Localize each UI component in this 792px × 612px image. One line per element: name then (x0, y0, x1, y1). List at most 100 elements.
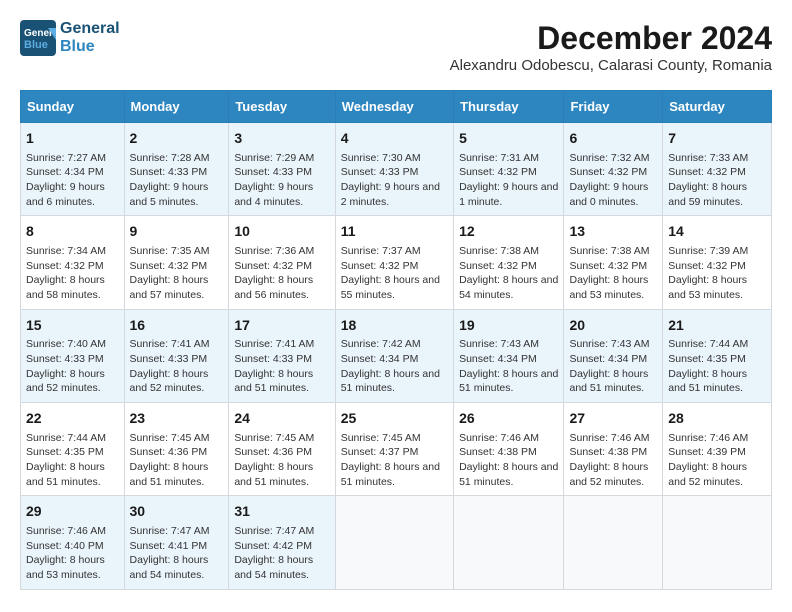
calendar-cell: 17Sunrise: 7:41 AMSunset: 4:33 PMDayligh… (229, 309, 335, 402)
day-number: 1 (26, 129, 119, 149)
day-number: 18 (341, 316, 448, 336)
calendar-cell: 27Sunrise: 7:46 AMSunset: 4:38 PMDayligh… (564, 403, 663, 496)
calendar-week-3: 15Sunrise: 7:40 AMSunset: 4:33 PMDayligh… (21, 309, 772, 402)
day-number: 31 (234, 502, 329, 522)
calendar-week-1: 1Sunrise: 7:27 AMSunset: 4:34 PMDaylight… (21, 123, 772, 216)
day-info: Sunrise: 7:28 AM (130, 151, 224, 166)
day-info: Daylight: 8 hours and 56 minutes. (234, 273, 329, 302)
day-info: Sunrise: 7:27 AM (26, 151, 119, 166)
calendar-cell: 30Sunrise: 7:47 AMSunset: 4:41 PMDayligh… (124, 496, 229, 589)
day-info: Sunset: 4:32 PM (26, 259, 119, 274)
calendar-cell (564, 496, 663, 589)
day-info: Daylight: 8 hours and 51 minutes. (459, 367, 558, 396)
day-info: Sunrise: 7:42 AM (341, 337, 448, 352)
day-info: Daylight: 8 hours and 51 minutes. (341, 460, 448, 489)
day-info: Daylight: 9 hours and 4 minutes. (234, 180, 329, 209)
day-number: 19 (459, 316, 558, 336)
title-section: December 2024 Alexandru Odobescu, Calara… (450, 20, 772, 74)
col-header-thursday: Thursday (454, 91, 564, 123)
day-number: 13 (569, 222, 657, 242)
day-info: Daylight: 9 hours and 6 minutes. (26, 180, 119, 209)
calendar-cell: 14Sunrise: 7:39 AMSunset: 4:32 PMDayligh… (663, 216, 772, 309)
calendar-cell: 16Sunrise: 7:41 AMSunset: 4:33 PMDayligh… (124, 309, 229, 402)
calendar-week-5: 29Sunrise: 7:46 AMSunset: 4:40 PMDayligh… (21, 496, 772, 589)
day-info: Sunset: 4:32 PM (459, 259, 558, 274)
day-number: 29 (26, 502, 119, 522)
day-info: Daylight: 8 hours and 51 minutes. (668, 367, 766, 396)
col-header-monday: Monday (124, 91, 229, 123)
day-info: Daylight: 8 hours and 53 minutes. (26, 553, 119, 582)
day-info: Daylight: 8 hours and 52 minutes. (26, 367, 119, 396)
day-info: Sunset: 4:34 PM (26, 165, 119, 180)
day-info: Sunset: 4:32 PM (569, 259, 657, 274)
day-number: 9 (130, 222, 224, 242)
page-title: December 2024 (450, 20, 772, 57)
day-number: 5 (459, 129, 558, 149)
day-info: Sunset: 4:32 PM (459, 165, 558, 180)
day-info: Sunrise: 7:30 AM (341, 151, 448, 166)
day-info: Sunrise: 7:40 AM (26, 337, 119, 352)
calendar-cell: 10Sunrise: 7:36 AMSunset: 4:32 PMDayligh… (229, 216, 335, 309)
calendar-cell: 7Sunrise: 7:33 AMSunset: 4:32 PMDaylight… (663, 123, 772, 216)
calendar-cell (663, 496, 772, 589)
day-info: Sunset: 4:36 PM (130, 445, 224, 460)
day-info: Sunrise: 7:46 AM (569, 431, 657, 446)
day-info: Daylight: 8 hours and 52 minutes. (668, 460, 766, 489)
calendar-header-row: SundayMondayTuesdayWednesdayThursdayFrid… (21, 91, 772, 123)
day-info: Sunset: 4:35 PM (668, 352, 766, 367)
day-number: 26 (459, 409, 558, 429)
day-number: 10 (234, 222, 329, 242)
calendar-cell: 23Sunrise: 7:45 AMSunset: 4:36 PMDayligh… (124, 403, 229, 496)
day-info: Sunrise: 7:38 AM (459, 244, 558, 259)
day-number: 27 (569, 409, 657, 429)
day-number: 2 (130, 129, 224, 149)
day-number: 14 (668, 222, 766, 242)
day-info: Daylight: 8 hours and 54 minutes. (234, 553, 329, 582)
day-info: Sunset: 4:32 PM (569, 165, 657, 180)
day-info: Sunrise: 7:31 AM (459, 151, 558, 166)
day-number: 6 (569, 129, 657, 149)
day-number: 7 (668, 129, 766, 149)
calendar-cell: 24Sunrise: 7:45 AMSunset: 4:36 PMDayligh… (229, 403, 335, 496)
day-info: Sunset: 4:38 PM (569, 445, 657, 460)
day-info: Sunrise: 7:47 AM (234, 524, 329, 539)
day-info: Sunset: 4:32 PM (130, 259, 224, 274)
day-info: Sunrise: 7:46 AM (459, 431, 558, 446)
calendar-cell: 18Sunrise: 7:42 AMSunset: 4:34 PMDayligh… (335, 309, 453, 402)
logo-line1: General (60, 20, 120, 38)
day-info: Daylight: 8 hours and 51 minutes. (459, 460, 558, 489)
day-number: 25 (341, 409, 448, 429)
day-info: Sunset: 4:34 PM (459, 352, 558, 367)
day-info: Sunset: 4:34 PM (341, 352, 448, 367)
calendar-table: SundayMondayTuesdayWednesdayThursdayFrid… (20, 90, 772, 590)
day-info: Daylight: 8 hours and 53 minutes. (668, 273, 766, 302)
day-info: Daylight: 8 hours and 54 minutes. (130, 553, 224, 582)
day-number: 15 (26, 316, 119, 336)
calendar-cell: 9Sunrise: 7:35 AMSunset: 4:32 PMDaylight… (124, 216, 229, 309)
calendar-cell (454, 496, 564, 589)
col-header-friday: Friday (564, 91, 663, 123)
calendar-cell (335, 496, 453, 589)
day-number: 17 (234, 316, 329, 336)
day-info: Daylight: 8 hours and 58 minutes. (26, 273, 119, 302)
col-header-sunday: Sunday (21, 91, 125, 123)
calendar-cell: 3Sunrise: 7:29 AMSunset: 4:33 PMDaylight… (229, 123, 335, 216)
day-info: Sunset: 4:41 PM (130, 539, 224, 554)
day-info: Sunrise: 7:37 AM (341, 244, 448, 259)
day-info: Daylight: 8 hours and 51 minutes. (26, 460, 119, 489)
col-header-wednesday: Wednesday (335, 91, 453, 123)
day-info: Sunrise: 7:45 AM (341, 431, 448, 446)
col-header-saturday: Saturday (663, 91, 772, 123)
day-info: Sunset: 4:39 PM (668, 445, 766, 460)
day-info: Daylight: 8 hours and 51 minutes. (569, 367, 657, 396)
day-number: 23 (130, 409, 224, 429)
calendar-cell: 2Sunrise: 7:28 AMSunset: 4:33 PMDaylight… (124, 123, 229, 216)
day-info: Sunset: 4:38 PM (459, 445, 558, 460)
day-number: 24 (234, 409, 329, 429)
day-number: 4 (341, 129, 448, 149)
day-info: Sunrise: 7:38 AM (569, 244, 657, 259)
day-info: Daylight: 8 hours and 51 minutes. (234, 367, 329, 396)
day-number: 12 (459, 222, 558, 242)
day-number: 16 (130, 316, 224, 336)
day-number: 28 (668, 409, 766, 429)
